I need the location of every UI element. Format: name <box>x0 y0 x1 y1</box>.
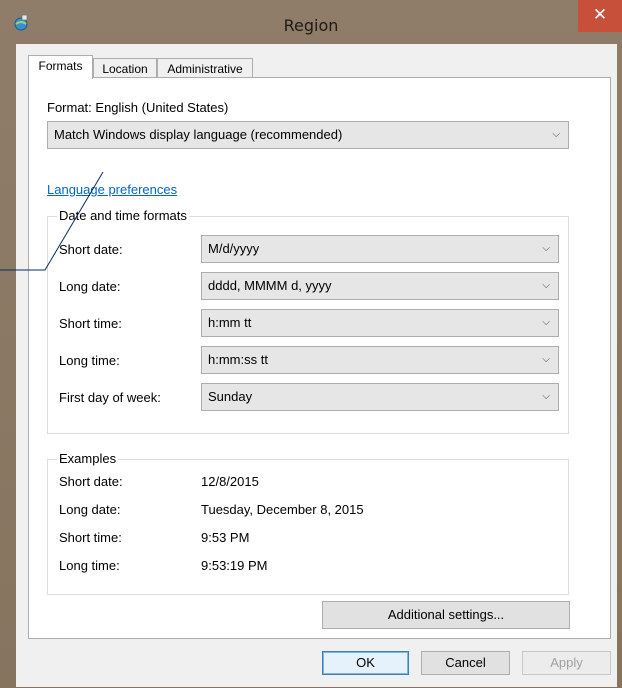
long-time-label: Long time: <box>59 353 120 368</box>
examples-group <box>47 459 569 595</box>
date-time-formats-title: Date and time formats <box>57 208 189 223</box>
examples-title: Examples <box>57 451 119 466</box>
close-icon: ✕ <box>592 5 608 25</box>
short-time-value: h:mm tt <box>208 315 252 330</box>
example-long-time-label: Long time: <box>59 558 120 573</box>
language-preferences-link[interactable]: Language preferences <box>47 182 177 197</box>
apply-button[interactable]: Apply <box>522 651 611 675</box>
first-day-of-week-dropdown[interactable]: Sunday ⌵ <box>201 383 559 411</box>
example-short-time-label: Short time: <box>59 530 122 545</box>
example-long-date-label: Long date: <box>59 502 121 517</box>
chevron-down-icon: ⌵ <box>542 391 550 402</box>
chevron-down-icon: ⌵ <box>552 129 560 140</box>
short-time-label: Short time: <box>59 316 122 331</box>
title-bar[interactable]: Region ✕ <box>0 0 622 44</box>
close-button[interactable]: ✕ <box>578 0 622 32</box>
tab-administrative[interactable]: Administrative <box>157 58 253 79</box>
region-dialog: Region ✕ Formats Location Administrative… <box>0 0 622 688</box>
example-short-date-label: Short date: <box>59 474 123 489</box>
formats-panel: Format: English (United States) Match Wi… <box>28 77 611 639</box>
short-date-value: M/d/yyyy <box>208 241 260 256</box>
example-short-date-value: 12/8/2015 <box>201 474 259 489</box>
short-date-dropdown[interactable]: M/d/yyyy ⌵ <box>201 235 559 263</box>
short-date-label: Short date: <box>59 242 123 257</box>
format-dropdown[interactable]: Match Windows display language (recommen… <box>47 121 569 149</box>
first-day-of-week-value: Sunday <box>208 389 253 404</box>
chevron-down-icon: ⌵ <box>542 243 550 254</box>
example-long-time-value: 9:53:19 PM <box>201 558 268 573</box>
cancel-button[interactable]: Cancel <box>421 651 510 675</box>
format-label: Format: English (United States) <box>47 100 229 115</box>
long-time-dropdown[interactable]: h:mm:ss tt ⌵ <box>201 346 559 374</box>
example-long-date-value: Tuesday, December 8, 2015 <box>201 502 364 517</box>
example-short-time-value: 9:53 PM <box>201 530 250 545</box>
first-day-of-week-label: First day of week: <box>59 390 161 405</box>
ok-button[interactable]: OK <box>322 651 409 675</box>
format-value: Match Windows display language (recommen… <box>54 127 343 142</box>
tab-location[interactable]: Location <box>93 58 157 79</box>
tab-formats[interactable]: Formats <box>28 55 93 79</box>
long-date-label: Long date: <box>59 279 121 294</box>
chevron-down-icon: ⌵ <box>542 280 550 291</box>
long-date-dropdown[interactable]: dddd, MMMM d, yyyy ⌵ <box>201 272 559 300</box>
long-time-value: h:mm:ss tt <box>208 352 268 367</box>
window-title: Region <box>283 16 339 35</box>
additional-settings-button[interactable]: Additional settings... <box>322 601 570 629</box>
chevron-down-icon: ⌵ <box>542 317 550 328</box>
chevron-down-icon: ⌵ <box>542 354 550 365</box>
short-time-dropdown[interactable]: h:mm tt ⌵ <box>201 309 559 337</box>
long-date-value: dddd, MMMM d, yyyy <box>208 278 332 293</box>
dialog-client-area: Formats Location Administrative Format: … <box>16 44 617 687</box>
